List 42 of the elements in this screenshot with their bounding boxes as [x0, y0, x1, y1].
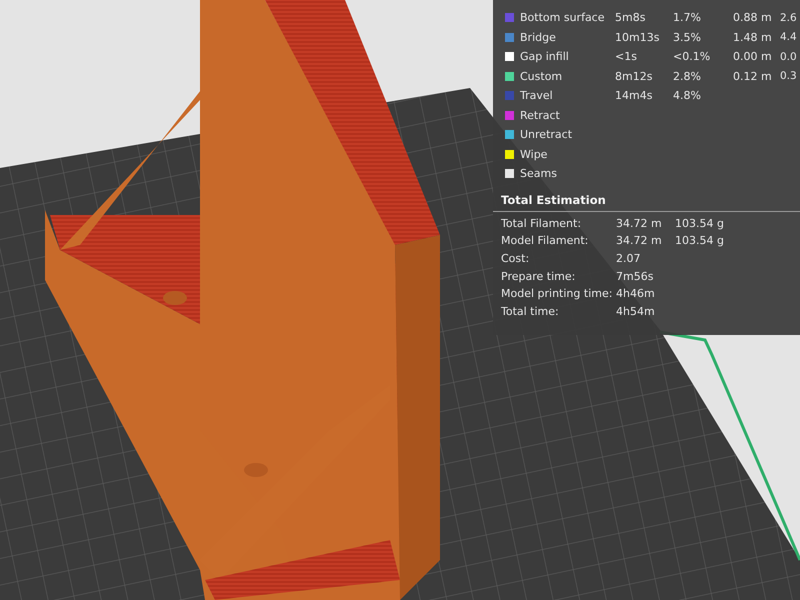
length-value: 1.48 m [733, 30, 773, 44]
stat-value: 2.07 [616, 252, 642, 265]
percent-value: 1.7% [673, 11, 702, 24]
weight-value: 0.3 [780, 70, 798, 82]
stat-label: Cost: [501, 252, 530, 265]
time-value: <1s [615, 50, 638, 64]
time-value: 8m12s [615, 70, 654, 83]
stat-label: Prepare time: [501, 270, 576, 283]
length-value: 0.88 m [733, 11, 773, 24]
legend-label: Bridge [520, 30, 557, 44]
stat-value: 103.54 g [675, 216, 725, 230]
legend-label: Gap infill [520, 50, 570, 64]
legend-label: Seams [520, 167, 558, 180]
time-value: 14m4s [615, 89, 654, 102]
legend-label: Custom [520, 70, 564, 83]
percent-value: 3.5% [673, 30, 702, 44]
legend-label: Travel [520, 89, 554, 102]
stat-label: Model Filament: [501, 234, 590, 248]
stat-label: Total time: [501, 304, 560, 318]
stat-value: 4h46m [616, 287, 656, 300]
time-value: 10m13s [615, 30, 660, 44]
legend-label: Bottom surface [520, 11, 606, 24]
weight-value: 0.0 [780, 50, 798, 63]
stat-value: 7m56s [616, 270, 654, 283]
length-value: 0.00 m [733, 50, 773, 64]
percent-value: 4.8% [673, 89, 702, 102]
stat-label: Model printing time: [501, 287, 614, 300]
percent-value: <0.1% [673, 50, 712, 64]
section-title: Total Estimation [500, 192, 607, 208]
length-value: 0.12 m [733, 70, 773, 83]
stat-value: 34.72 m [616, 234, 663, 248]
stat-value: 34.72 m [616, 216, 663, 230]
legend-label: Retract [520, 108, 561, 122]
stat-value: 103.54 g [675, 234, 725, 248]
time-value: 5m8s [615, 11, 646, 24]
stat-label: Total Filament: [501, 216, 582, 230]
legend-label: Wipe [520, 148, 548, 161]
stat-value: 4h54m [616, 304, 656, 318]
percent-value: 2.8% [673, 70, 702, 83]
legend-label: Unretract [520, 128, 574, 142]
weight-value: 2.6 [780, 12, 798, 24]
weight-value: 4.4 [780, 31, 798, 44]
